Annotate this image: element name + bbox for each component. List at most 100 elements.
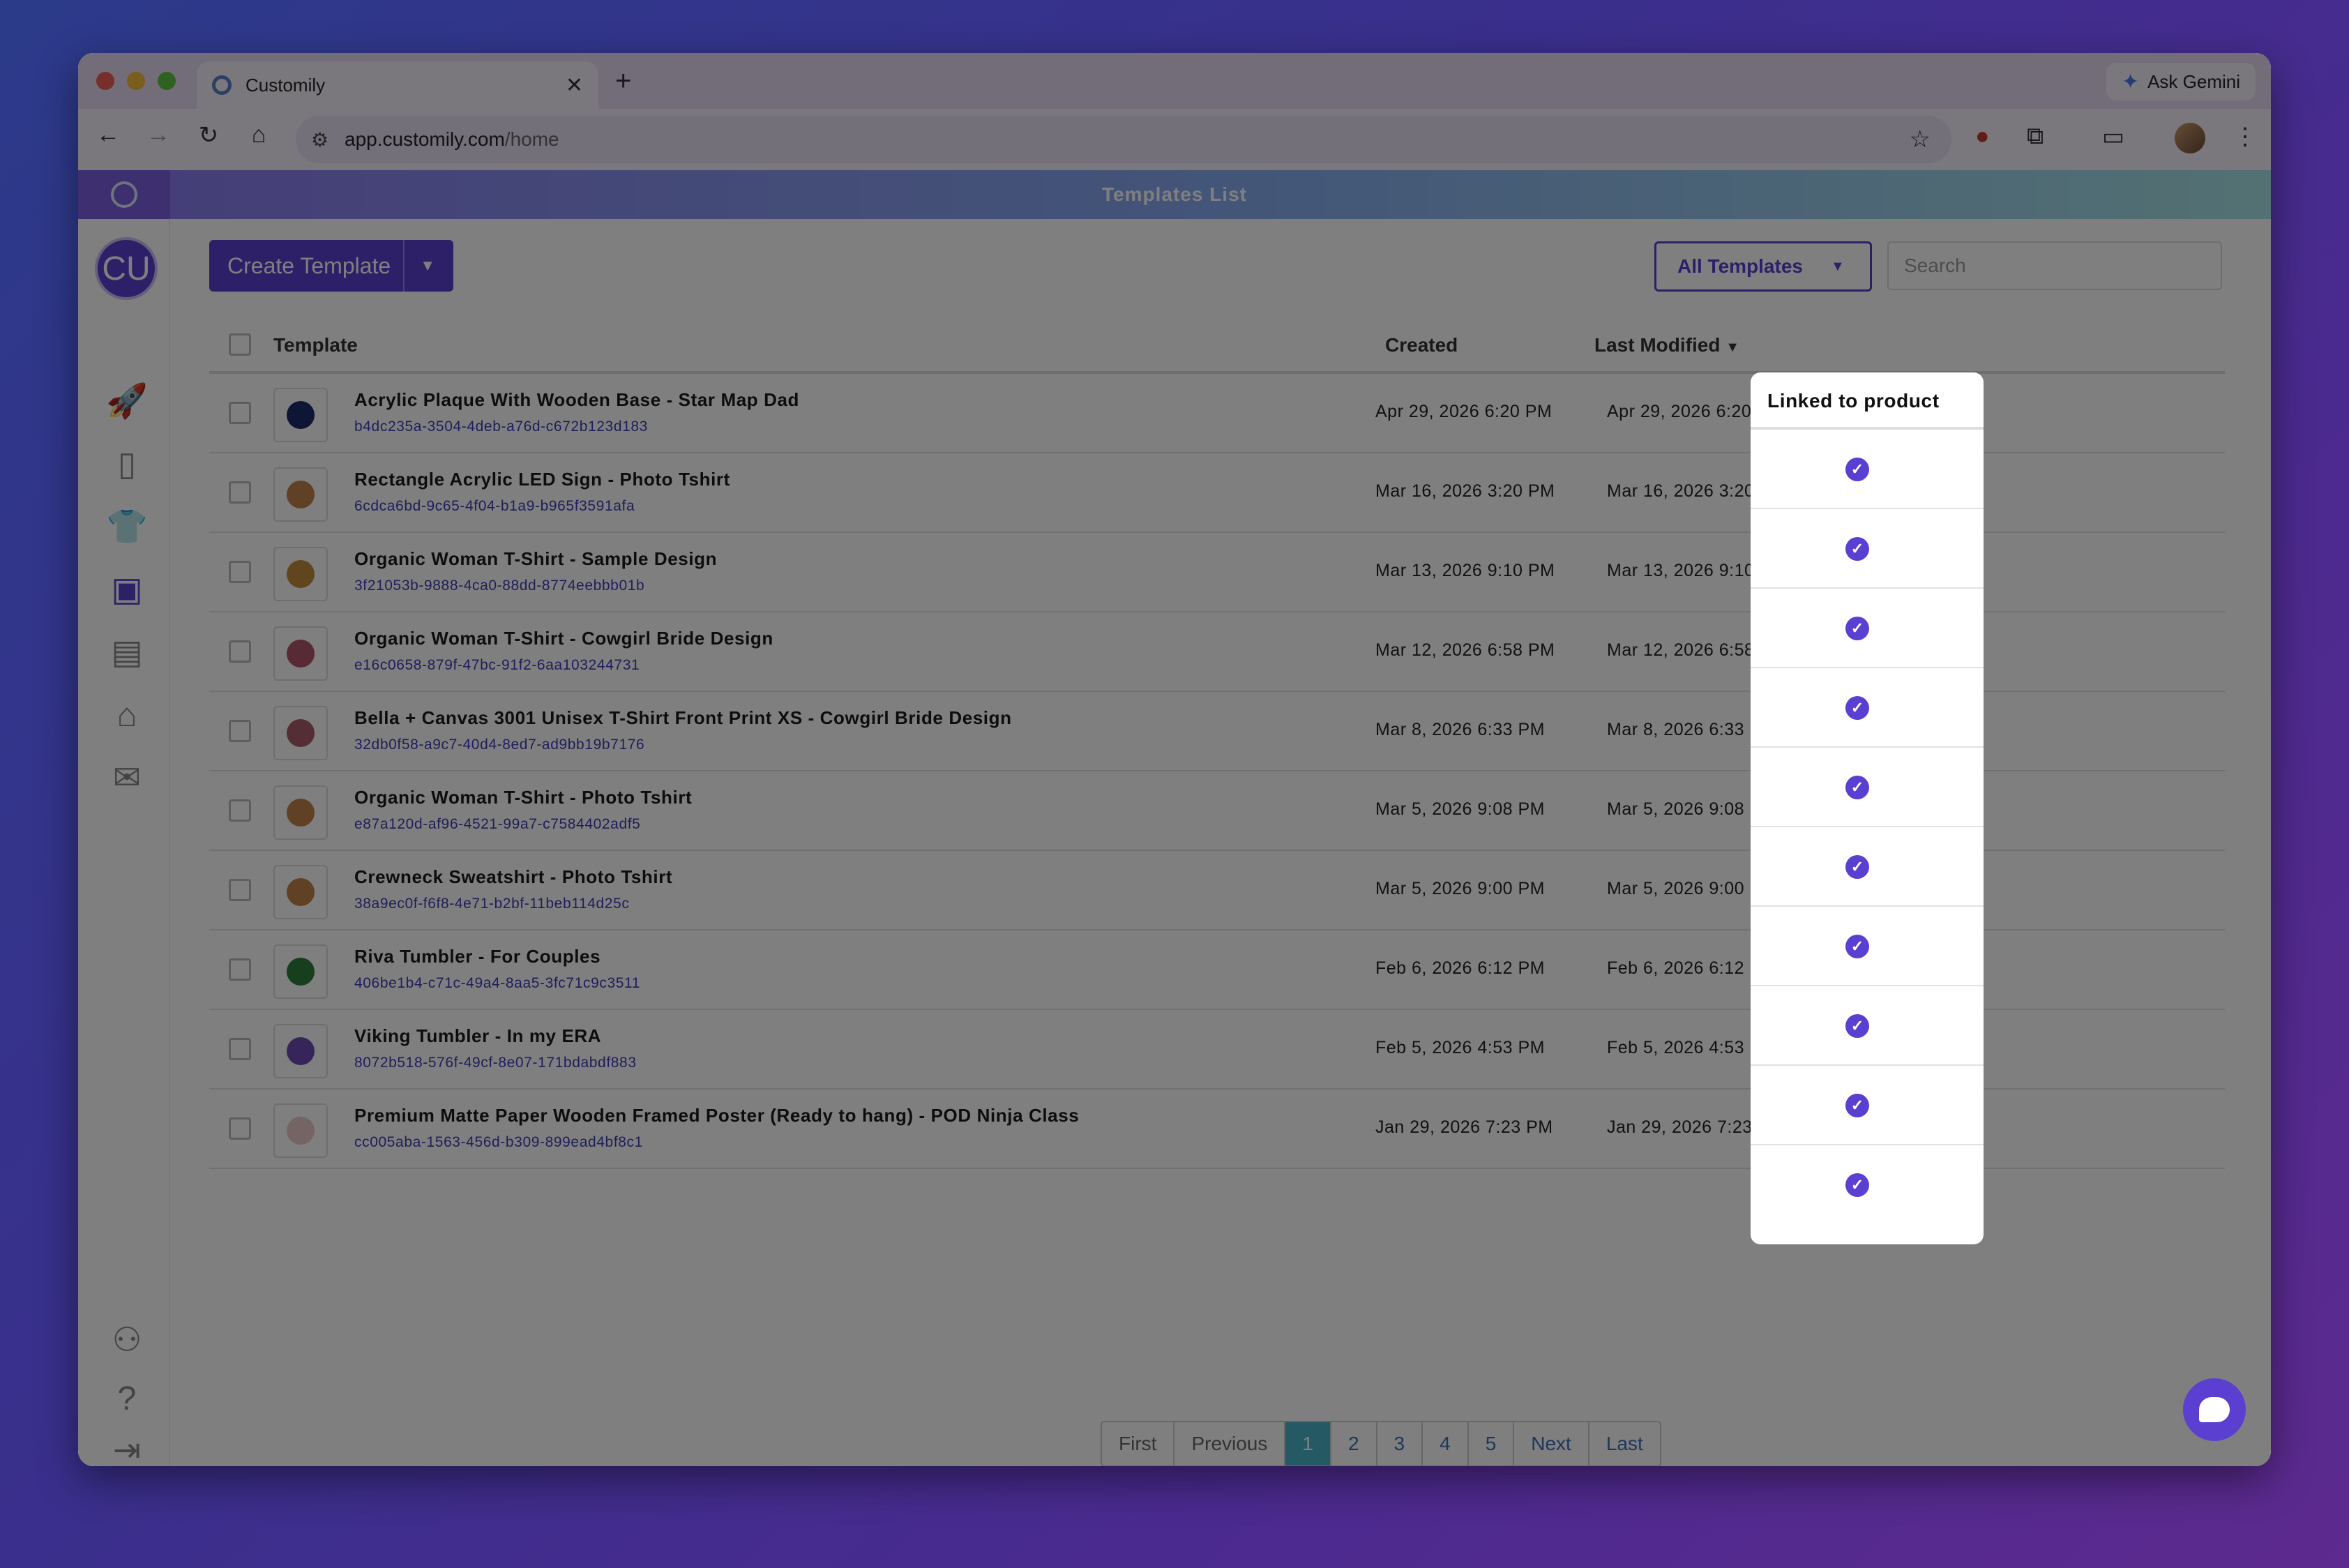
- tab-strip: Customily ✕ + ✦ Ask Gemini: [78, 53, 2271, 109]
- template-id: b4dc235a-3504-4deb-a76d-c672b123d183: [354, 419, 648, 435]
- chevron-down-icon[interactable]: ▼: [403, 240, 435, 292]
- template-thumbnail[interactable]: [273, 467, 328, 522]
- create-template-button[interactable]: Create Template ▼: [209, 240, 453, 292]
- inbox-icon[interactable]: ✉: [106, 757, 148, 799]
- check-circle-icon: ✓: [1845, 1014, 1869, 1038]
- check-circle-icon: ✓: [1845, 1173, 1869, 1197]
- row-checkbox[interactable]: [229, 879, 251, 901]
- column-header-last-modified[interactable]: Last Modified ▼: [1594, 317, 1739, 374]
- template-name[interactable]: Crewneck Sweatshirt - Photo Tshirt: [354, 866, 672, 888]
- chat-icon[interactable]: [2183, 1378, 2246, 1441]
- store-icon[interactable]: ⌂: [106, 695, 148, 737]
- tab-close-icon[interactable]: ✕: [566, 73, 583, 98]
- row-checkbox[interactable]: [229, 640, 251, 663]
- address-bar[interactable]: ⚙ app.customily.com/home ☆: [296, 116, 1951, 163]
- template-name[interactable]: Riva Tumbler - For Couples: [354, 946, 601, 967]
- template-thumbnail[interactable]: [273, 706, 328, 760]
- created-date: Feb 6, 2026 6:12 PM: [1375, 958, 1545, 978]
- page-button-3[interactable]: 3: [1377, 1422, 1423, 1465]
- browser-window: Customily ✕ + ✦ Ask Gemini ← → ↻ ⌂ ⚙ app…: [78, 53, 2271, 1466]
- page-button-5[interactable]: 5: [1468, 1422, 1515, 1465]
- help-icon[interactable]: ?: [106, 1378, 148, 1420]
- created-date: Mar 16, 2026 3:20 PM: [1375, 481, 1555, 501]
- select-all-checkbox[interactable]: [229, 333, 251, 356]
- document-icon[interactable]: ▯: [106, 444, 148, 485]
- template-name[interactable]: Organic Woman T-Shirt - Sample Design: [354, 548, 717, 570]
- template-thumbnail[interactable]: [273, 547, 328, 601]
- template-thumbnail[interactable]: [273, 626, 328, 681]
- maximize-window-button[interactable]: [158, 72, 176, 90]
- template-name[interactable]: Organic Woman T-Shirt - Photo Tshirt: [354, 787, 692, 808]
- template-thumbnail[interactable]: [273, 1103, 328, 1158]
- customily-logo-icon[interactable]: [78, 170, 170, 219]
- row-checkbox[interactable]: [229, 1038, 251, 1060]
- extension-icon[interactable]: ●: [1975, 123, 1990, 150]
- forward-icon[interactable]: →: [141, 121, 176, 149]
- column-header-linked[interactable]: Linked to product: [1751, 372, 1984, 430]
- book-icon[interactable]: ▤: [106, 632, 148, 674]
- page-button-4[interactable]: 4: [1423, 1422, 1469, 1465]
- column-header-template[interactable]: Template: [273, 317, 358, 374]
- template-filter-dropdown[interactable]: All Templates ▼: [1654, 241, 1872, 292]
- url-domain: app.customily.com: [345, 128, 505, 150]
- sort-desc-icon: ▼: [1725, 340, 1740, 355]
- template-name[interactable]: Viking Tumbler - In my ERA: [354, 1025, 601, 1047]
- app-header: Templates List: [78, 170, 2271, 219]
- templates-monitor-icon[interactable]: ▣: [106, 569, 148, 611]
- row-checkbox[interactable]: [229, 799, 251, 822]
- row-checkbox[interactable]: [229, 720, 251, 742]
- page-button-2[interactable]: 2: [1331, 1422, 1377, 1465]
- browser-tab[interactable]: Customily ✕: [197, 61, 598, 109]
- user-settings-icon[interactable]: ⚇: [106, 1320, 148, 1362]
- linked-cell: ✓: [1751, 827, 1984, 907]
- bookmark-star-icon[interactable]: ☆: [1910, 126, 1931, 153]
- minimize-window-button[interactable]: [127, 72, 145, 90]
- profile-avatar[interactable]: [2175, 123, 2205, 153]
- template-thumbnail[interactable]: [273, 944, 328, 999]
- page-button-1[interactable]: 1: [1285, 1422, 1331, 1465]
- first-page-button[interactable]: First: [1102, 1422, 1175, 1465]
- row-checkbox[interactable]: [229, 402, 251, 424]
- row-checkbox[interactable]: [229, 561, 251, 583]
- template-name[interactable]: Premium Matte Paper Wooden Framed Poster…: [354, 1105, 1079, 1126]
- template-name[interactable]: Acrylic Plaque With Wooden Base - Star M…: [354, 389, 799, 411]
- linked-cell: ✓: [1751, 430, 1984, 509]
- media-router-icon[interactable]: ▭: [2102, 123, 2124, 151]
- ask-gemini-button[interactable]: ✦ Ask Gemini: [2106, 63, 2256, 100]
- created-date: Mar 5, 2026 9:08 PM: [1375, 799, 1545, 819]
- chevron-down-icon: ▼: [1830, 258, 1845, 274]
- template-thumbnail[interactable]: [273, 388, 328, 442]
- template-thumbnail[interactable]: [273, 1024, 328, 1078]
- new-tab-button[interactable]: +: [615, 66, 631, 97]
- puzzle-icon[interactable]: ⧉: [2027, 123, 2044, 150]
- site-settings-icon[interactable]: ⚙: [311, 128, 328, 151]
- search-input[interactable]: [1887, 241, 2222, 290]
- row-checkbox[interactable]: [229, 958, 251, 981]
- home-icon[interactable]: ⌂: [241, 121, 276, 149]
- filter-label: All Templates: [1677, 255, 1803, 277]
- row-checkbox[interactable]: [229, 481, 251, 504]
- url-path: /home: [504, 128, 559, 150]
- template-name[interactable]: Rectangle Acrylic LED Sign - Photo Tshir…: [354, 469, 730, 490]
- close-window-button[interactable]: [96, 72, 114, 90]
- template-name[interactable]: Bella + Canvas 3001 Unisex T-Shirt Front…: [354, 707, 1012, 729]
- linked-cells: ✓ ✓ ✓ ✓ ✓ ✓ ✓ ✓ ✓ ✓: [1751, 430, 1984, 1225]
- template-name[interactable]: Organic Woman T-Shirt - Cowgirl Bride De…: [354, 628, 773, 649]
- next-page-button[interactable]: Next: [1514, 1422, 1589, 1465]
- created-date: Mar 12, 2026 6:58 PM: [1375, 640, 1555, 660]
- logout-icon[interactable]: ⇥: [106, 1434, 148, 1467]
- last-page-button[interactable]: Last: [1589, 1422, 1660, 1465]
- tshirt-icon[interactable]: 👕: [106, 506, 148, 548]
- template-thumbnail[interactable]: [273, 785, 328, 840]
- previous-page-button[interactable]: Previous: [1174, 1422, 1286, 1465]
- row-checkbox[interactable]: [229, 1117, 251, 1140]
- linked-cell: ✓: [1751, 589, 1984, 668]
- column-header-created[interactable]: Created: [1385, 317, 1458, 374]
- back-icon[interactable]: ←: [91, 121, 126, 149]
- rocket-icon[interactable]: 🚀: [106, 381, 148, 423]
- template-id: 32db0f58-a9c7-40d4-8ed7-ad9bb19b7176: [354, 737, 645, 753]
- reload-icon[interactable]: ↻: [191, 121, 226, 149]
- kebab-menu-icon[interactable]: ⋮: [2233, 123, 2257, 151]
- template-thumbnail[interactable]: [273, 865, 328, 919]
- user-avatar[interactable]: CU: [95, 237, 158, 300]
